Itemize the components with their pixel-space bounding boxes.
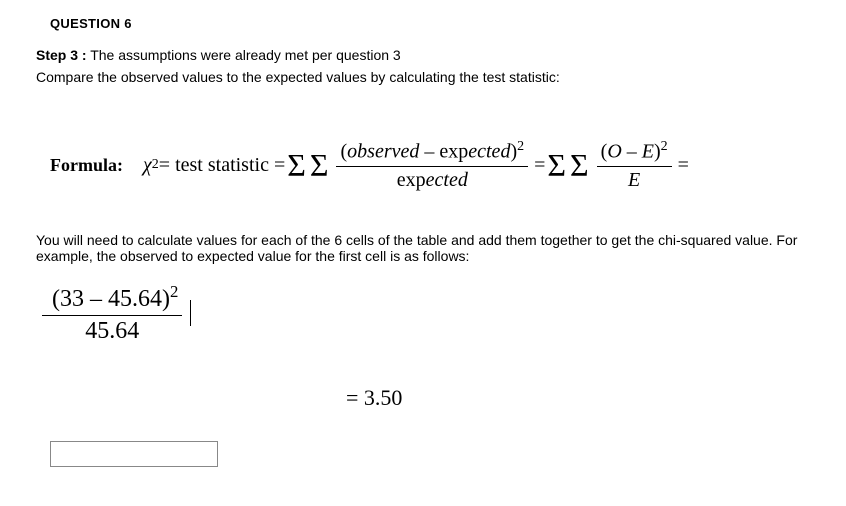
answer-eq: = bbox=[346, 385, 364, 410]
answer-line: = 3.50 bbox=[346, 385, 810, 411]
compare-text: Compare the observed values to the expec… bbox=[36, 69, 810, 85]
step-text: The assumptions were already met per que… bbox=[87, 47, 401, 63]
eq-mid: = bbox=[534, 154, 545, 177]
eq-teststat: = test statistic = bbox=[159, 154, 285, 177]
example-row: (33 – 45.64)2 45.64 bbox=[36, 282, 810, 345]
fraction-1: (observed – expected)2 expected bbox=[336, 139, 528, 192]
question-heading: QUESTION 6 bbox=[50, 16, 810, 31]
fraction-2: (O – E)2 E bbox=[597, 139, 672, 192]
explain-text: You will need to calculate values for ea… bbox=[36, 232, 810, 264]
chi-symbol: χ bbox=[143, 154, 152, 177]
sigma-4: Σ bbox=[570, 149, 589, 181]
answer-input[interactable] bbox=[50, 441, 218, 467]
formula-row: Formula: χ2 = test statistic = ΣΣ (obser… bbox=[50, 139, 810, 192]
sigma-3: Σ bbox=[547, 149, 566, 181]
example-fraction: (33 – 45.64)2 45.64 bbox=[42, 282, 182, 345]
step-label: Step 3 : bbox=[36, 47, 87, 63]
formula-math: χ2 = test statistic = ΣΣ (observed – exp… bbox=[143, 139, 689, 192]
eq-end: = bbox=[678, 154, 689, 177]
step-line: Step 3 : The assumptions were already me… bbox=[36, 47, 810, 63]
formula-label: Formula: bbox=[50, 155, 123, 176]
answer-value: 3.50 bbox=[364, 385, 403, 410]
sigma-1: Σ bbox=[287, 149, 306, 181]
chi-exp: 2 bbox=[152, 157, 159, 173]
text-cursor bbox=[190, 300, 191, 326]
sigma-2: Σ bbox=[310, 149, 329, 181]
